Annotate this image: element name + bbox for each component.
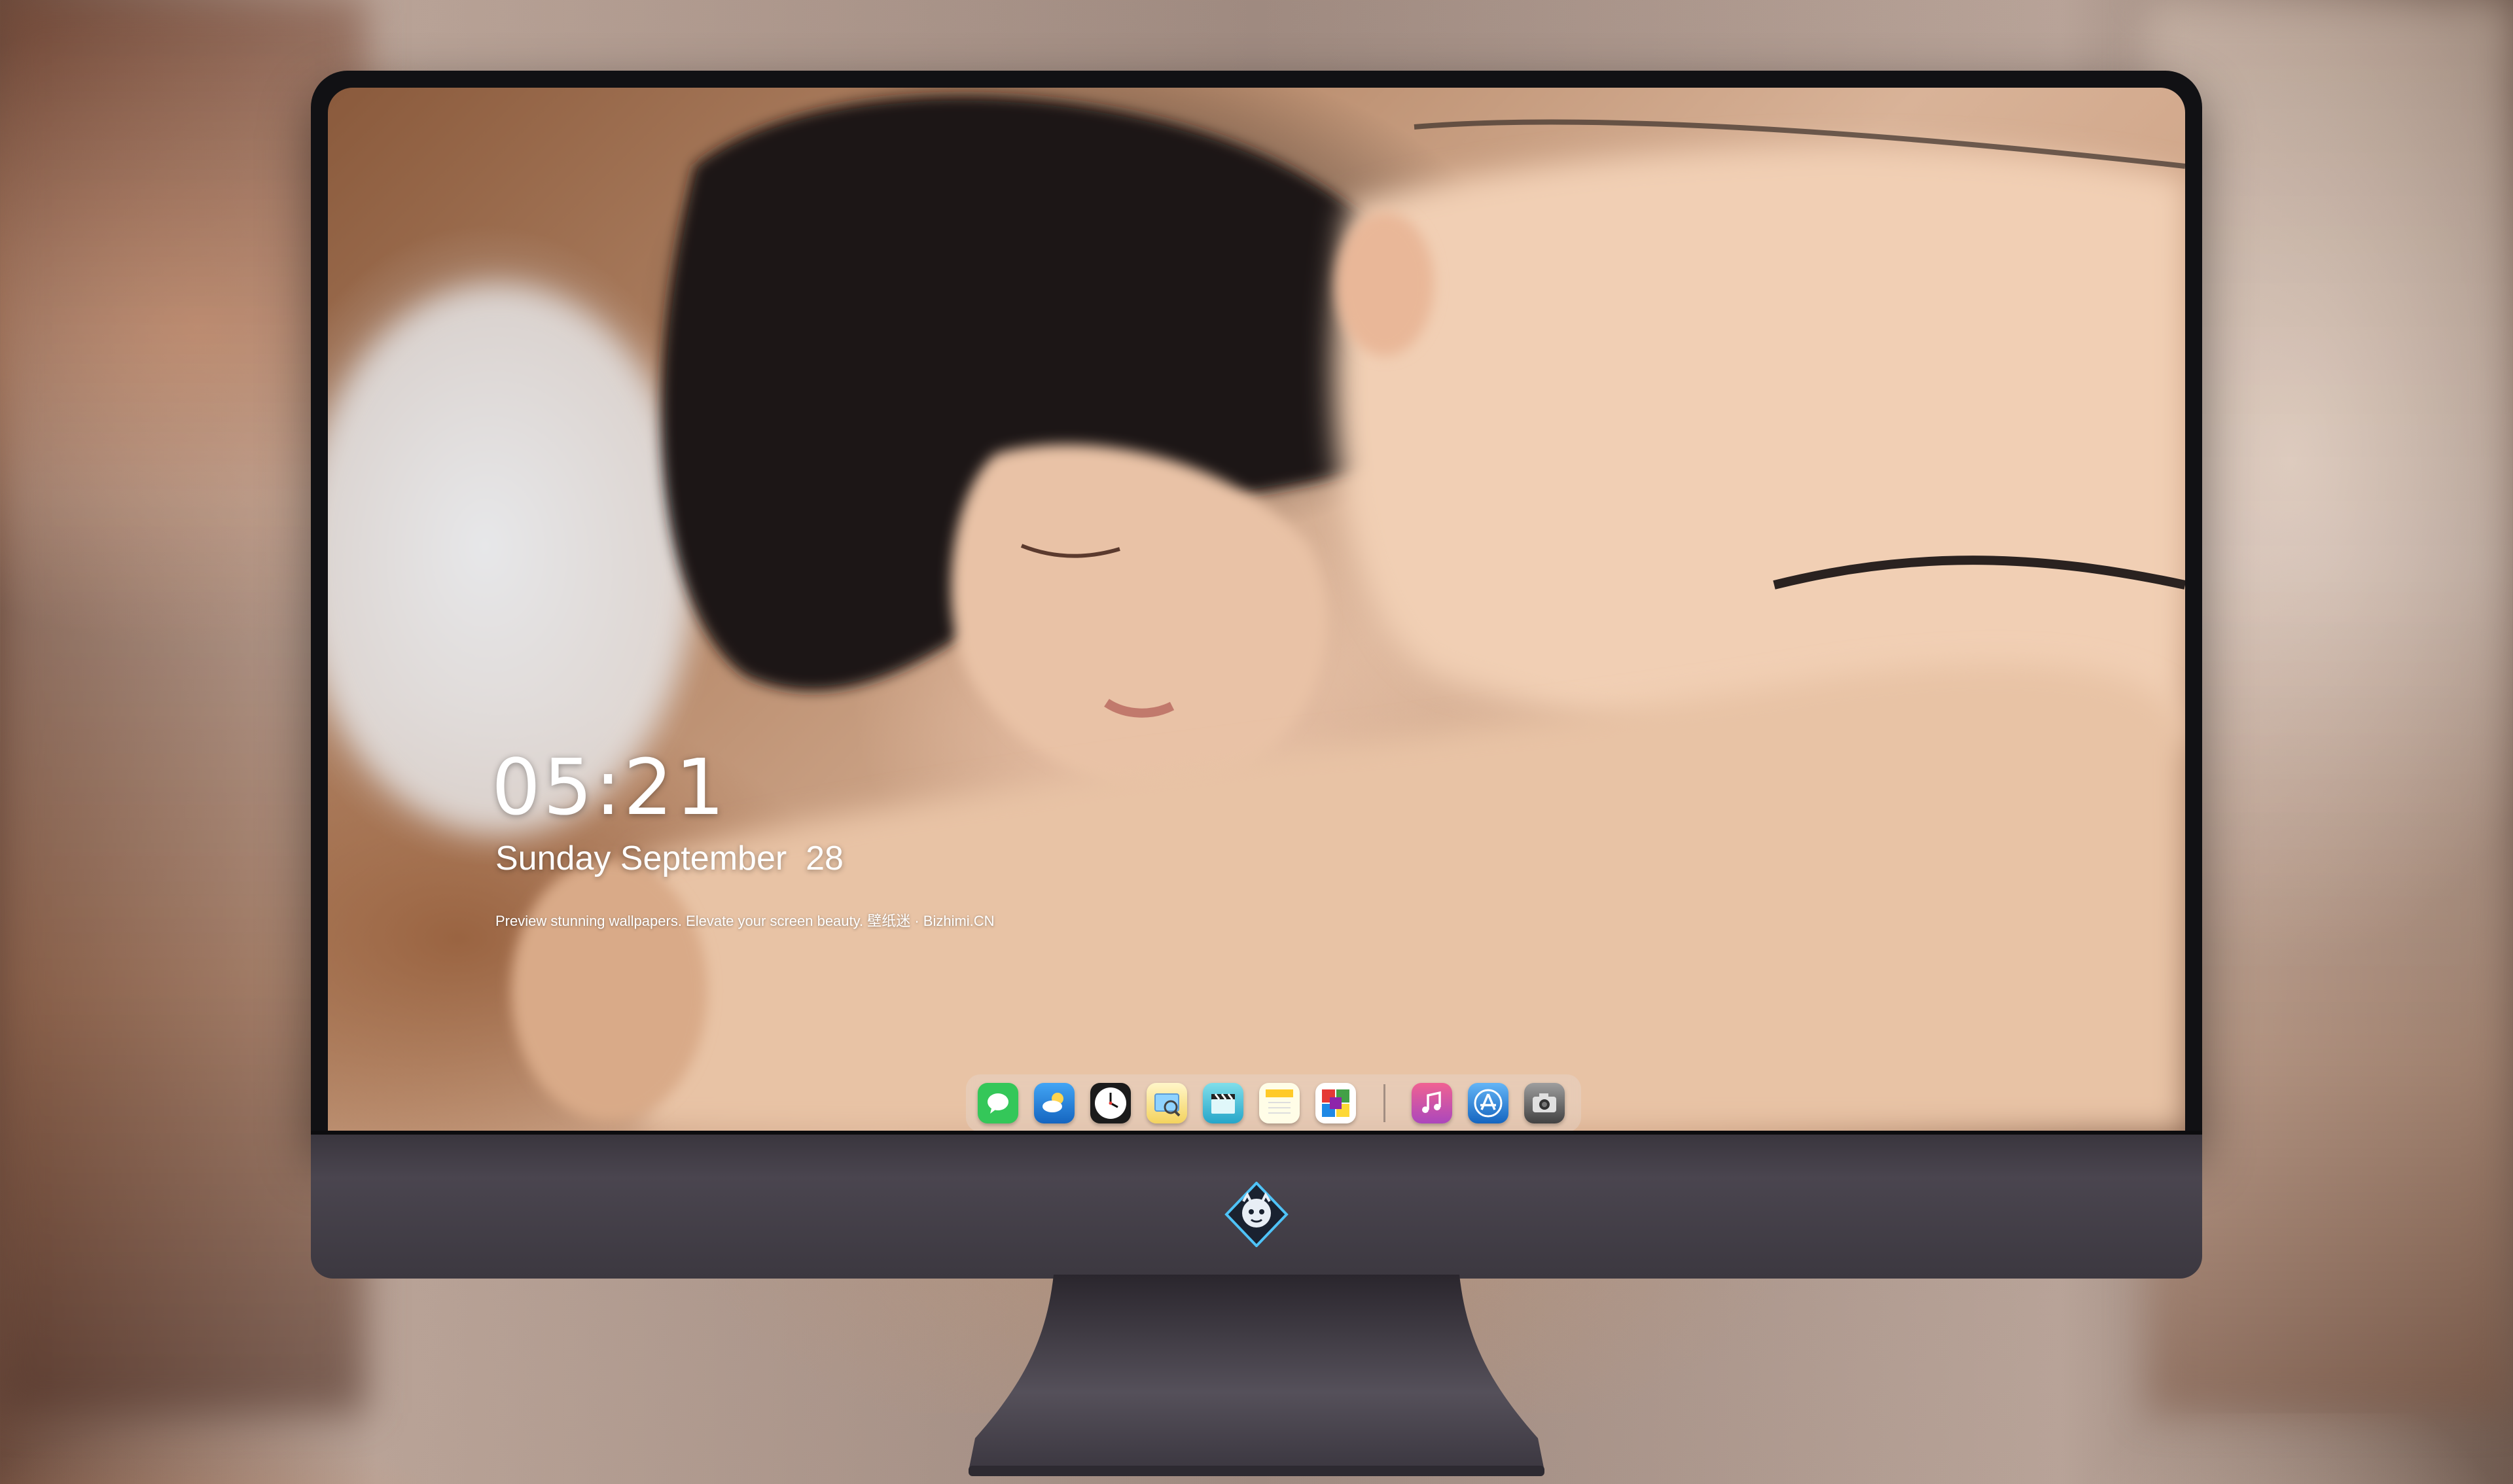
app-store-icon[interactable] (1468, 1083, 1508, 1123)
lock-screen-tagline: Preview stunning wallpapers. Elevate you… (495, 913, 995, 929)
clock-icon[interactable] (1090, 1083, 1131, 1123)
dock-separator (1383, 1084, 1385, 1122)
notes-icon[interactable] (1259, 1083, 1300, 1123)
messages-icon[interactable] (978, 1083, 1018, 1123)
camera-icon[interactable] (1524, 1083, 1565, 1123)
monitor-bezel: 05:21 Sunday September 28 Preview stunni… (311, 71, 2202, 1144)
music-icon[interactable] (1412, 1083, 1452, 1123)
photo-booth-icon[interactable] (1315, 1083, 1356, 1123)
lock-screen-date: Sunday September 28 (495, 839, 844, 877)
clapperboard-icon[interactable] (1203, 1083, 1243, 1123)
preview-icon[interactable] (1147, 1083, 1187, 1123)
monitor-chin (311, 1131, 2202, 1279)
weather-icon[interactable] (1034, 1083, 1075, 1123)
dock (966, 1074, 1581, 1131)
dragon-mascot-logo-icon (1224, 1182, 1289, 1247)
lock-screen-time: 05:21 (491, 742, 728, 832)
lock-screen: 05:21 Sunday September 28 Preview stunni… (328, 88, 2185, 1131)
wallpaper-image (328, 96, 2185, 1131)
monitor-stand (969, 1275, 1544, 1476)
monitor: 05:21 Sunday September 28 Preview stunni… (311, 71, 2202, 1476)
